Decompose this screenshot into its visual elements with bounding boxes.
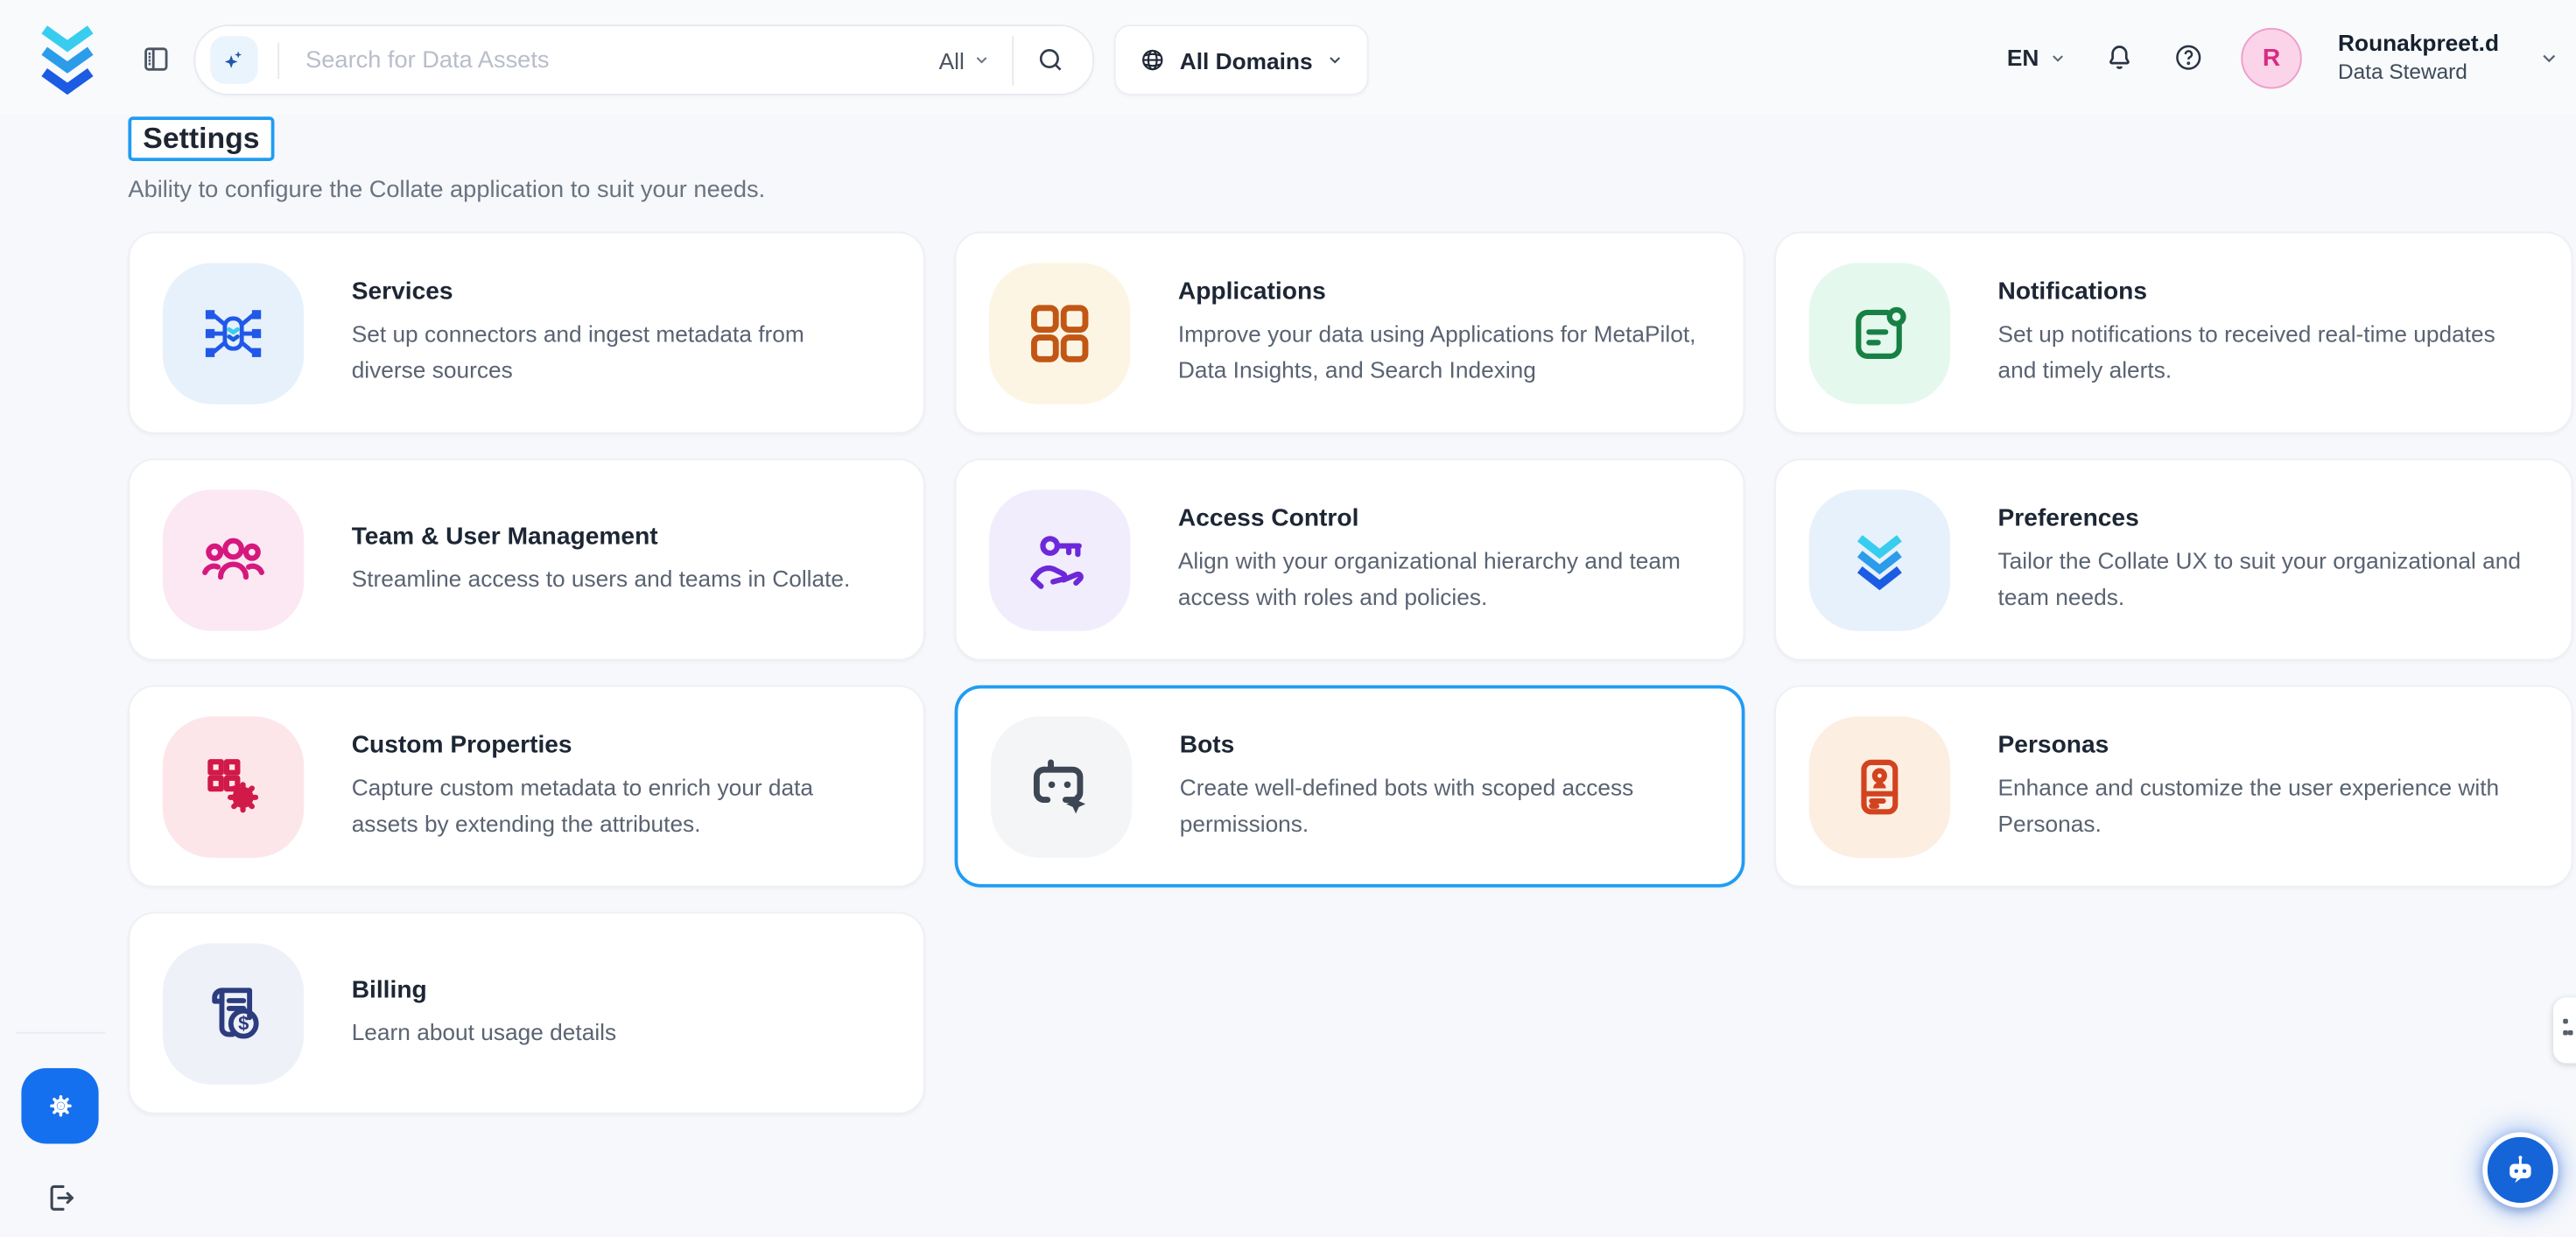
divider [1012,35,1014,84]
top-bar: All All Domains EN [0,0,2576,115]
chatbot-icon [2499,1149,2542,1191]
chevron-down-icon [2049,48,2067,67]
bot-face-icon [991,715,1132,856]
card-title: Services [352,278,881,306]
help-icon[interactable] [2172,41,2205,74]
settings-page: Settings Ability to configure the Collat… [128,115,2572,1114]
search-icon[interactable] [1035,45,1067,76]
card-title: Applications [1178,278,1701,306]
language-label: EN [2007,45,2039,71]
grid-gear-icon [163,715,304,856]
card-title: Notifications [1998,278,2529,306]
card-description: Create well-defined bots with scoped acc… [1180,770,1699,841]
card-description: Align with your organizational hierarchy… [1178,544,1701,615]
card-title: Team & User Management [352,522,851,550]
settings-card-access-control[interactable]: Access Control Align with your organizati… [955,459,1745,661]
sidebar-item-govern[interactable] [44,702,80,738]
header-right-group: EN R Rounakpreet.d D [2007,0,2560,115]
language-selector[interactable]: EN [2007,45,2067,71]
settings-card-applications[interactable]: Applications Improve your data using Appl… [955,232,1745,434]
divider [17,1032,105,1034]
collate-app: All All Domains EN [0,0,2576,1237]
card-title: Personas [1998,731,2529,759]
card-description: Learn about usage details [352,1015,616,1051]
sidebar-toggle-icon[interactable] [140,43,173,76]
svg-text:$: $ [238,1011,249,1033]
sidebar-item-observability[interactable] [44,421,80,457]
chevron-down-icon [1326,51,1344,69]
billing-receipt-icon: $ [163,942,304,1083]
ai-sparkle-icon[interactable] [210,36,257,83]
user-role: Data Steward [2338,59,2499,87]
edge-widget-icon [2563,1019,2568,1024]
card-description: Enhance and customize the user experienc… [1998,770,2529,841]
settings-card-services[interactable]: Services Set up connectors and ingest met… [128,232,924,434]
collate-logo-icon[interactable] [34,20,100,97]
user-name: Rounakpreet.d [2338,29,2499,59]
sidebar-item-domains[interactable] [44,608,80,644]
sidebar-item-lineage[interactable] [44,327,80,363]
services-network-icon [163,262,304,403]
card-description: Set up connectors and ingest metadata fr… [352,317,881,388]
global-search-bar[interactable]: All [193,25,1094,95]
chevron-down-icon [972,51,991,69]
globe-icon [1139,46,1167,74]
settings-card-bots[interactable]: Bots Create well-defined bots with scoped… [955,685,1745,888]
search-input[interactable] [302,46,938,75]
left-nav-items [0,115,123,831]
avatar[interactable]: R [2241,27,2301,88]
card-description: Improve your data using Applications for… [1178,317,1701,388]
settings-card-preferences[interactable]: Preferences Tailor the Collate UX to suit… [1774,459,2572,661]
all-domains-dropdown[interactable]: All Domains [1114,25,1369,95]
search-scope-label: All [939,46,965,73]
page-title: Settings [128,116,274,161]
app-grid-icon [989,262,1130,403]
settings-card-custom-properties[interactable]: Custom Properties Capture custom metadata… [128,685,924,888]
card-description: Capture custom metadata to enrich your d… [352,770,881,841]
search-scope-dropdown[interactable]: All [939,46,991,73]
settings-card-notifications[interactable]: Notifications Set up notifications to rec… [1774,232,2572,434]
settings-card-team-user-management[interactable]: Team & User Management Streamline access … [128,459,924,661]
collate-layers-icon [1809,488,1950,629]
all-domains-label: All Domains [1180,46,1313,73]
edge-widget-button[interactable] [2553,997,2576,1063]
card-description: Streamline access to users and teams in … [352,561,851,597]
gear-icon [40,1086,80,1126]
card-title: Billing [352,975,616,1003]
users-group-icon [163,488,304,629]
card-title: Custom Properties [352,731,881,759]
logout-icon[interactable] [43,1180,79,1216]
left-nav [0,115,123,1237]
card-description: Set up notifications to received real-ti… [1998,317,2529,388]
notifications-bell-icon[interactable] [2103,41,2137,74]
settings-card-billing[interactable]: $ Billing Learn about usage details [128,912,924,1114]
sidebar-item-glossary[interactable] [44,796,80,832]
card-title: Access Control [1178,504,1701,532]
user-menu-chevron-icon[interactable] [2538,46,2559,67]
sidebar-item-insights[interactable] [44,515,80,551]
sidebar-item-home[interactable] [44,140,80,176]
card-title: Bots [1180,731,1699,759]
settings-cards-grid: Services Set up connectors and ingest met… [128,232,2572,1114]
avatar-initial: R [2263,44,2280,72]
chatbot-button[interactable] [2482,1132,2558,1207]
card-description: Tailor the Collate UX to suit your organ… [1998,544,2529,615]
page-subtitle: Ability to configure the Collate applica… [128,178,2572,204]
sidebar-item-explore[interactable] [44,234,80,270]
divider [277,42,279,78]
sidebar-item-settings[interactable] [21,1068,98,1143]
notification-note-icon [1809,262,1950,403]
persona-card-icon [1809,715,1950,856]
key-hand-icon [989,488,1130,629]
settings-card-personas[interactable]: Personas Enhance and customize the user e… [1774,685,2572,888]
card-title: Preferences [1998,504,2529,532]
user-info[interactable]: Rounakpreet.d Data Steward [2338,29,2499,87]
